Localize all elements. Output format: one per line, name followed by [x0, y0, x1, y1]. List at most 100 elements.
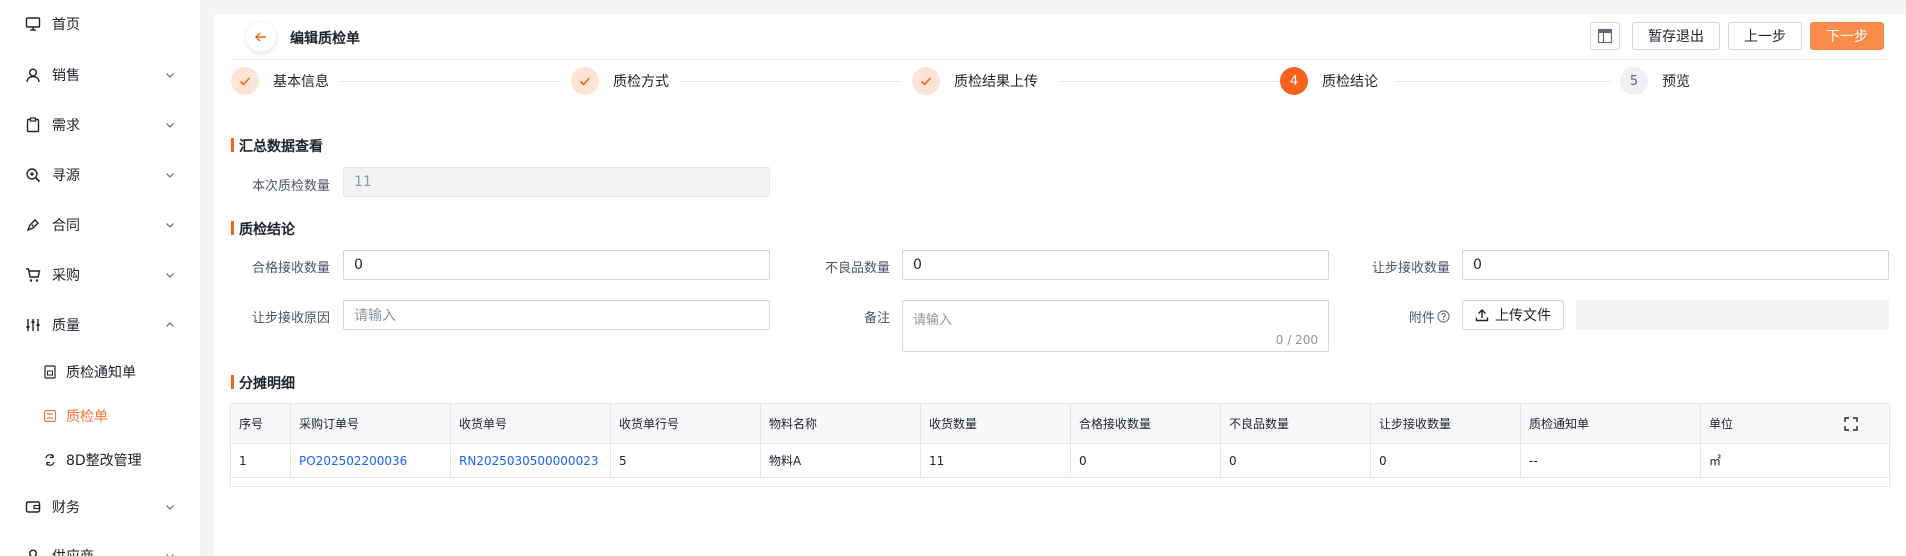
table-header: 序号 采购订单号 收货单号 收货单行号 物料名称 收货数量 合格接收数量 不良品…	[231, 404, 1889, 444]
remark-textarea[interactable]: 请输入 0 / 200	[902, 300, 1329, 352]
sidebar-item-purchase[interactable]: 采购	[0, 255, 200, 295]
step-label: 基本信息	[273, 74, 329, 90]
sidebar: 首页 销售 需求 寻源 合同 采购 质量 质检通知单 质检单 8D整改管理 财务	[0, 0, 200, 556]
sidebar-item-supplier[interactable]: 供应商	[0, 536, 200, 556]
check-icon	[231, 67, 259, 95]
cell-index: 1	[231, 444, 291, 477]
step-conclusion[interactable]: 4 质检结论	[1280, 66, 1378, 96]
chevron-down-icon	[166, 554, 174, 556]
accepted-qty-input[interactable]: 0	[343, 250, 770, 280]
accepted-qty-value: 0	[354, 257, 363, 273]
layout-toggle-button[interactable]	[1590, 22, 1620, 50]
step-preview[interactable]: 5 预览	[1620, 66, 1690, 96]
cell-inspection-notice: --	[1521, 444, 1701, 477]
section-title-allocation: 分摊明细	[231, 373, 295, 393]
sidebar-item-label: 合同	[52, 218, 80, 234]
person-icon	[24, 547, 42, 556]
remark-char-count: 0 / 200	[1275, 333, 1318, 347]
pen-icon	[24, 216, 42, 234]
step-label: 质检结果上传	[954, 74, 1038, 90]
step-label: 质检方式	[613, 74, 669, 90]
concession-reason-placeholder: 请输入	[354, 308, 396, 324]
chevron-up-icon	[166, 322, 174, 327]
sidebar-item-label: 寻源	[52, 168, 80, 184]
step-result-upload[interactable]: 质检结果上传	[912, 66, 1038, 96]
col-index: 序号	[231, 404, 291, 443]
attachment-label: 附件	[1408, 311, 1435, 326]
sidebar-subitem-label: 8D整改管理	[66, 453, 142, 469]
chevron-down-icon	[166, 73, 174, 78]
col-concession-qty: 让步接收数量	[1371, 404, 1521, 443]
check-list-icon	[42, 408, 58, 424]
col-received-qty: 收货数量	[921, 404, 1071, 443]
step-connector	[680, 81, 902, 82]
sidebar-item-label: 需求	[52, 118, 80, 134]
step-basic-info[interactable]: 基本信息	[231, 66, 329, 96]
wallet-icon	[24, 498, 42, 516]
attachment-label-wrap: 附件	[1350, 307, 1450, 326]
cell-material-name: 物料A	[761, 444, 921, 477]
section-title-summary: 汇总数据查看	[231, 136, 323, 156]
arrow-left-icon	[254, 32, 266, 42]
sidebar-subitem-inspection-notice[interactable]: 质检通知单	[0, 354, 200, 390]
col-receipt-number: 收货单号	[451, 404, 611, 443]
fullscreen-icon[interactable]	[1843, 416, 1859, 432]
help-icon[interactable]	[1437, 310, 1450, 323]
file-list-area	[1576, 300, 1889, 330]
col-unit-wrap: 单位	[1701, 404, 1869, 443]
step-number: 5	[1620, 67, 1648, 95]
clipboard-icon	[24, 116, 42, 134]
defect-qty-label: 不良品数量	[824, 261, 890, 276]
concession-reason-input[interactable]: 请输入	[343, 300, 770, 330]
accepted-qty-label: 合格接收数量	[251, 261, 330, 276]
step-connector	[340, 81, 560, 82]
upload-icon	[1475, 309, 1489, 322]
sidebar-item-finance[interactable]: 财务	[0, 487, 200, 527]
qty-label: 本次质检数量	[251, 179, 330, 194]
col-material-name: 物料名称	[761, 404, 921, 443]
sidebar-subitem-label: 质检通知单	[66, 365, 136, 381]
sidebar-subitem-inspection-order[interactable]: 质检单	[0, 398, 200, 434]
save-exit-button[interactable]: 暂存退出	[1632, 22, 1720, 50]
allocation-table: 序号 采购订单号 收货单号 收货单行号 物料名称 收货数量 合格接收数量 不良品…	[230, 403, 1890, 487]
sidebar-subitem-8d[interactable]: 8D整改管理	[0, 442, 200, 478]
check-icon	[571, 67, 599, 95]
table-row: 1 PO202502200036 RN2025030500000023 5 物料…	[231, 444, 1889, 478]
inspection-qty-field: 11	[343, 167, 770, 197]
defect-qty-input[interactable]: 0	[902, 250, 1329, 280]
cell-defect-qty: 0	[1221, 444, 1371, 477]
col-po-number: 采购订单号	[291, 404, 451, 443]
col-inspection-notice: 质检通知单	[1521, 404, 1701, 443]
sidebar-item-home[interactable]: 首页	[0, 4, 200, 44]
chevron-down-icon	[166, 123, 174, 128]
sidebar-item-quality[interactable]: 质量	[0, 305, 200, 345]
page-title: 编辑质检单	[290, 31, 360, 47]
back-button[interactable]	[246, 22, 276, 52]
step-inspection-method[interactable]: 质检方式	[571, 66, 669, 96]
cell-receipt-number-link[interactable]: RN2025030500000023	[451, 444, 611, 477]
sidebar-item-label: 销售	[52, 68, 80, 84]
sidebar-item-sales[interactable]: 销售	[0, 55, 200, 95]
upload-file-label: 上传文件	[1495, 308, 1551, 324]
cell-po-number-link[interactable]: PO202502200036	[291, 444, 451, 477]
sidebar-item-sourcing[interactable]: 寻源	[0, 155, 200, 195]
cell-unit: ㎡	[1709, 454, 1722, 468]
step-label: 预览	[1662, 74, 1690, 90]
monitor-icon	[24, 15, 42, 33]
user-icon	[24, 66, 42, 84]
step-label: 质检结论	[1322, 74, 1378, 90]
upload-file-button[interactable]: 上传文件	[1462, 300, 1564, 330]
sidebar-item-label: 采购	[52, 268, 80, 284]
sidebar-item-demand[interactable]: 需求	[0, 105, 200, 145]
cart-icon	[24, 266, 42, 284]
chevron-down-icon	[166, 223, 174, 228]
defect-qty-value: 0	[913, 257, 922, 273]
concession-qty-input[interactable]: 0	[1462, 250, 1889, 280]
remark-placeholder: 请输入	[913, 313, 953, 328]
sidebar-item-contract[interactable]: 合同	[0, 205, 200, 245]
prev-step-button[interactable]: 上一步	[1728, 22, 1802, 50]
cell-concession-qty: 0	[1371, 444, 1521, 477]
next-step-button[interactable]: 下一步	[1810, 22, 1884, 50]
col-accepted-qty: 合格接收数量	[1071, 404, 1221, 443]
section-title-conclusion: 质检结论	[231, 219, 295, 239]
